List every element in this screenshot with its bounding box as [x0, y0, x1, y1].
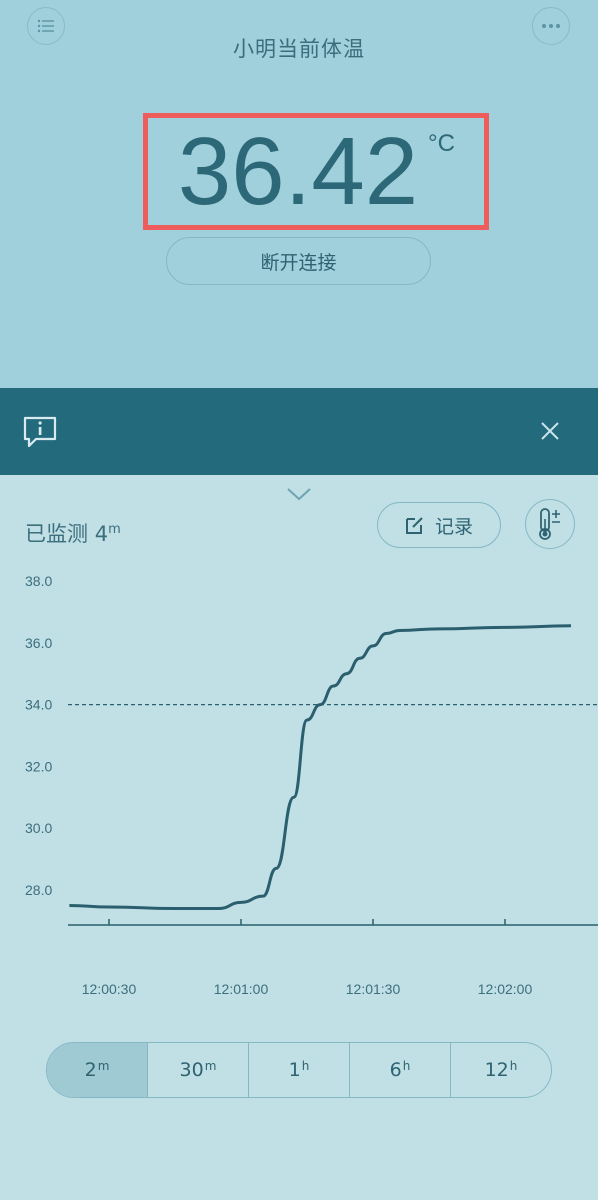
y-tick-label: 28.0 — [25, 882, 52, 898]
range-option-value: 1 — [288, 1059, 301, 1081]
temperature-unit: °C — [428, 130, 455, 157]
range-option-unit: m — [97, 1059, 110, 1073]
range-option-6h[interactable]: 6h — [349, 1043, 450, 1097]
monitoring-duration: 已监测 4m — [25, 518, 121, 548]
temperature-chart: 38.0 36.0 34.0 32.0 30.0 28.0 12:00:30 12:01:00… — [25, 573, 598, 997]
temperature-value: 36.42 — [177, 118, 419, 225]
range-option-2m[interactable]: 2m — [47, 1043, 147, 1097]
range-option-unit: m — [204, 1059, 217, 1073]
y-tick-label: 30.0 — [25, 820, 52, 836]
x-tick-label: 12:01:30 — [346, 981, 401, 997]
disconnect-button[interactable]: 断开连接 — [166, 237, 431, 285]
close-icon[interactable] — [540, 421, 560, 441]
y-tick-label: 38.0 — [25, 573, 52, 589]
x-tick-label: 12:00:30 — [82, 981, 137, 997]
more-icon — [542, 24, 560, 28]
range-option-1h[interactable]: 1h — [248, 1043, 349, 1097]
x-tick-label: 12:01:00 — [214, 981, 269, 997]
page-title: 小明当前体温 — [233, 37, 365, 61]
chevron-down-icon[interactable] — [286, 486, 312, 502]
list-icon — [37, 19, 54, 33]
range-option-value: 2 — [84, 1059, 97, 1081]
range-option-unit: h — [301, 1059, 310, 1073]
y-tick-label: 32.0 — [25, 758, 52, 774]
temperature-series-line — [69, 624, 572, 911]
temperature-adjust-button[interactable] — [525, 499, 575, 549]
range-option-unit: h — [402, 1059, 411, 1073]
range-option-value: 12 — [484, 1059, 509, 1081]
info-message-icon[interactable] — [22, 415, 58, 449]
y-tick-label: 36.0 — [25, 635, 52, 651]
range-option-unit: h — [509, 1059, 518, 1073]
time-range-selector: 2 m 30 m 1 h 6 h 12 h — [46, 1042, 552, 1098]
range-option-value: 6 — [389, 1059, 402, 1081]
y-tick-label: 34.0 — [25, 697, 52, 713]
record-button[interactable]: 记录 — [377, 502, 501, 548]
monitoring-label: 已监测 — [25, 522, 88, 546]
range-option-value: 30 — [179, 1059, 204, 1081]
x-tick-label: 12:02:00 — [478, 981, 533, 997]
range-option-12h[interactable]: 12 h — [450, 1043, 551, 1097]
range-option-30m[interactable]: 30 m — [147, 1043, 248, 1097]
thermometer-plus-minus-icon — [539, 508, 560, 540]
monitoring-unit: m — [108, 522, 121, 537]
edit-icon — [405, 517, 423, 534]
monitoring-value: 4 — [94, 522, 109, 546]
info-banner — [0, 388, 598, 475]
record-label: 记录 — [434, 515, 473, 538]
temperature-display: 36.42 °C — [143, 113, 489, 230]
